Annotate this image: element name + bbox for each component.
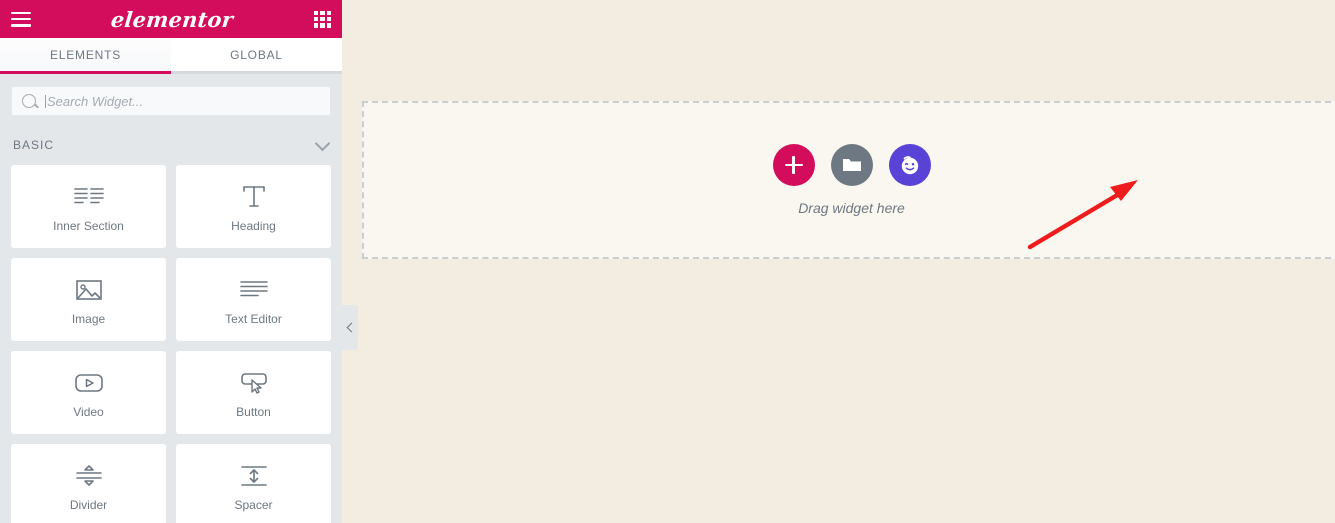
widget-inner-section[interactable]: Inner Section <box>11 165 166 248</box>
image-icon <box>75 273 103 307</box>
widget-list: Inner Section Heading Image Text Editor … <box>0 165 342 523</box>
add-template-button[interactable] <box>830 144 873 186</box>
widget-label: Inner Section <box>53 219 124 233</box>
drag-widget-hint: Drag widget here <box>798 200 905 216</box>
widget-label: Button <box>236 405 271 419</box>
chevron-down-icon <box>314 135 331 151</box>
widget-label: Video <box>73 405 104 419</box>
plus-icon <box>784 156 803 174</box>
widget-image[interactable]: Image <box>11 258 166 341</box>
category-basic[interactable]: BASIC <box>0 125 342 165</box>
tab-elements[interactable]: ELEMENTS <box>0 38 171 74</box>
widget-text-editor[interactable]: Text Editor <box>176 258 331 341</box>
button-icon <box>239 366 269 400</box>
spacer-icon <box>239 459 269 493</box>
widget-label: Heading <box>231 219 276 233</box>
editor-canvas: Drag widget here <box>342 0 1335 523</box>
search-input[interactable]: Search Widget... <box>11 86 331 116</box>
folder-icon <box>842 159 861 171</box>
grid-apps-icon[interactable] <box>314 10 331 28</box>
panel-collapse-button[interactable] <box>342 305 358 350</box>
winking-face-icon <box>901 156 918 175</box>
widget-label: Spacer <box>234 498 273 512</box>
text-editor-icon <box>239 273 269 307</box>
widget-heading[interactable]: Heading <box>176 165 331 248</box>
widget-label: Text Editor <box>225 312 282 326</box>
panel-tabs: ELEMENTS GLOBAL <box>0 38 342 74</box>
widget-label: Divider <box>69 498 108 512</box>
chevron-left-icon <box>346 322 356 333</box>
video-icon <box>74 366 104 400</box>
widget-button[interactable]: Button <box>176 351 331 434</box>
drop-zone-content: Drag widget here <box>364 103 1335 257</box>
heading-icon <box>241 180 267 214</box>
widget-label: Image <box>71 312 106 326</box>
elementor-editor: elementor ELEMENTS GLOBAL Search Widget.… <box>0 0 1335 523</box>
widget-spacer[interactable]: Spacer <box>176 444 331 523</box>
hamburger-icon[interactable] <box>11 11 31 27</box>
inner-section-icon <box>73 180 104 214</box>
drop-zone-section[interactable]: Drag widget here <box>362 101 1335 259</box>
widget-panel: elementor ELEMENTS GLOBAL Search Widget.… <box>0 0 342 523</box>
elementor-ai-button[interactable] <box>888 144 931 186</box>
search-container: Search Widget... <box>0 74 342 116</box>
panel-header: elementor <box>0 0 342 38</box>
elementor-logo: elementor <box>110 6 235 32</box>
add-new-section-button[interactable] <box>772 144 815 186</box>
tab-global[interactable]: GLOBAL <box>171 38 342 74</box>
search-placeholder: Search Widget... <box>47 93 143 109</box>
category-title: BASIC <box>13 138 55 152</box>
widget-divider[interactable]: Divider <box>11 444 166 523</box>
divider-icon <box>74 459 104 493</box>
widget-video[interactable]: Video <box>11 351 166 434</box>
text-caret <box>45 94 46 108</box>
search-icon <box>22 94 36 108</box>
section-action-buttons <box>772 144 931 186</box>
